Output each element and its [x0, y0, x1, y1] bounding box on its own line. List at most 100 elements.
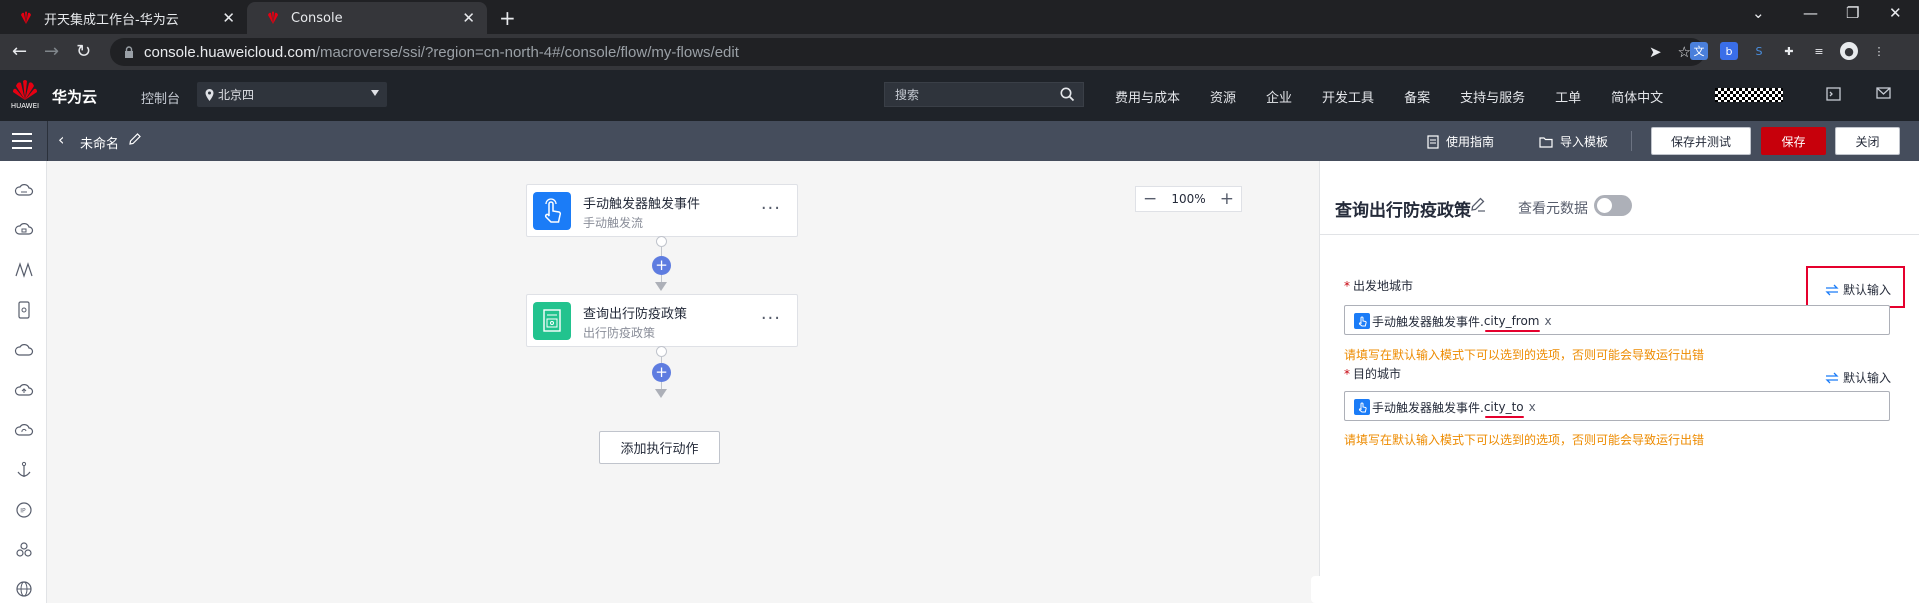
ip-badge-icon[interactable]: IP: [14, 500, 34, 520]
browser-menu-icon[interactable]: ⋮: [1870, 42, 1888, 60]
departure-city-input[interactable]: 手动触发器触发事件. city_from x: [1344, 305, 1890, 335]
send-icon[interactable]: ➤: [1649, 43, 1662, 61]
cluster-icon[interactable]: [14, 540, 34, 560]
variable-chip: 手动触发器触发事件. city_from x: [1354, 312, 1552, 332]
profile-avatar-icon[interactable]: ●: [1840, 42, 1858, 60]
location-pin-icon: [205, 88, 214, 101]
nav-billing[interactable]: 费用与成本: [1115, 87, 1180, 106]
user-guide-link[interactable]: 使用指南: [1427, 133, 1494, 150]
account-name-mosaic[interactable]: [1715, 88, 1783, 102]
close-window-icon[interactable]: ✕: [1889, 4, 1902, 22]
browser-tab-workbench[interactable]: 开天集成工作台-华为云 ✕: [0, 2, 247, 34]
save-button[interactable]: 保存: [1761, 127, 1826, 155]
add-step-button[interactable]: +: [652, 363, 671, 382]
edit-node-name-pencil-icon[interactable]: [1470, 196, 1486, 216]
zoom-level: 100%: [1171, 192, 1206, 206]
mobile-device-icon[interactable]: [14, 300, 34, 320]
nav-icp-filing[interactable]: 备案: [1404, 87, 1430, 106]
arrow-down-icon: [655, 389, 667, 398]
nav-support[interactable]: 支持与服务: [1460, 87, 1525, 106]
user-guide-label: 使用指南: [1446, 135, 1495, 149]
message-box-icon[interactable]: [1826, 87, 1841, 105]
field-hint: 请填写在默认输入模式下可以选到的选项，否则可能会导致运行出错: [1344, 348, 1705, 362]
edit-title-pencil-icon[interactable]: [128, 132, 142, 150]
default-input-toggle-destination[interactable]: 默认输入: [1825, 369, 1891, 386]
close-tab-icon[interactable]: ✕: [222, 9, 235, 27]
new-tab-icon[interactable]: +: [499, 6, 516, 30]
extension-s-icon[interactable]: S: [1750, 42, 1768, 60]
nav-tickets[interactable]: 工单: [1555, 87, 1581, 106]
huawei-logo[interactable]: HUAWEI: [10, 78, 40, 112]
more-options-icon[interactable]: ···: [761, 198, 781, 219]
cloud-service-icon[interactable]: [14, 181, 34, 201]
zoom-control: − 100% +: [1135, 186, 1242, 212]
reload-icon[interactable]: ↻: [76, 41, 91, 62]
default-input-label: 默认输入: [1842, 371, 1891, 385]
arrow-down-icon: [655, 282, 667, 291]
nav-dev-tools[interactable]: 开发工具: [1322, 87, 1374, 106]
tab-search-icon[interactable]: ⌄: [1752, 4, 1765, 22]
variable-chip: 手动触发器触发事件. city_to x: [1354, 398, 1536, 418]
add-step-button[interactable]: +: [652, 256, 671, 275]
view-metadata-label: 查看元数据: [1518, 201, 1588, 217]
mail-icon[interactable]: [1876, 87, 1891, 103]
huawei-favicon-icon: [18, 10, 34, 26]
console-link[interactable]: 控制台: [141, 88, 180, 107]
extension-b-icon[interactable]: b: [1720, 42, 1738, 60]
minimize-icon[interactable]: —: [1803, 4, 1818, 22]
import-template-link[interactable]: 导入模板: [1539, 133, 1608, 150]
search-placeholder: 搜索: [895, 88, 920, 102]
action-node-epidemic-policy[interactable]: 查询出行防疫政策 出行防疫政策 ···: [526, 294, 798, 347]
destination-city-input[interactable]: 手动触发器触发事件. city_to x: [1344, 391, 1890, 421]
save-and-test-button[interactable]: 保存并测试: [1651, 127, 1751, 155]
cloud-sync-icon[interactable]: [14, 420, 34, 440]
url-input[interactable]: console.huaweicloud.com/macroverse/ssi/?…: [110, 38, 1705, 66]
back-icon[interactable]: ←: [12, 41, 27, 62]
back-chevron-icon[interactable]: ‹: [58, 130, 64, 149]
chip-source: 手动触发器触发事件.: [1372, 400, 1484, 415]
anchor-icon[interactable]: [14, 460, 34, 480]
workflow-icon[interactable]: [14, 260, 34, 280]
cloud-upload-icon[interactable]: [14, 380, 34, 400]
brand-name[interactable]: 华为云: [52, 86, 97, 107]
nav-resources[interactable]: 资源: [1210, 87, 1236, 106]
remove-chip-icon[interactable]: x: [1529, 400, 1536, 414]
chip-source: 手动触发器触发事件.: [1372, 314, 1484, 329]
search-icon[interactable]: [1060, 87, 1075, 102]
node-title: 查询出行防疫政策: [583, 307, 688, 322]
console-search-input[interactable]: 搜索: [884, 82, 1084, 107]
forward-icon[interactable]: →: [44, 41, 59, 62]
highlight-annotation-box: [1806, 266, 1905, 308]
cloud-icon[interactable]: [14, 340, 34, 360]
restore-icon[interactable]: ❐: [1846, 4, 1859, 22]
extensions-puzzle-icon[interactable]: ✚: [1780, 42, 1798, 60]
reading-list-icon[interactable]: ≡: [1810, 42, 1828, 60]
add-action-button[interactable]: 添加执行动作: [599, 431, 720, 464]
remove-chip-icon[interactable]: x: [1545, 314, 1552, 328]
view-metadata-toggle[interactable]: [1594, 195, 1632, 216]
field-label-destination-city: * 目的城市: [1344, 367, 1402, 381]
hamburger-menu-icon[interactable]: [12, 133, 32, 149]
nav-enterprise[interactable]: 企业: [1266, 87, 1292, 106]
cloud-storage-icon[interactable]: [14, 220, 34, 240]
red-underline-annotation: [1484, 416, 1524, 418]
flow-canvas[interactable]: 手动触发器触发事件 手动触发流 ··· + 查询出行防疫政策 出行防疫政策 ··…: [48, 161, 1319, 603]
more-options-icon[interactable]: ···: [761, 308, 781, 329]
zoom-out-icon[interactable]: −: [1143, 189, 1157, 209]
huawei-favicon-icon: [265, 10, 281, 26]
panel-resize-handle[interactable]: [1311, 576, 1320, 603]
translate-extension-icon[interactable]: 文: [1690, 42, 1708, 60]
browser-tab-console[interactable]: Console ✕: [247, 2, 487, 34]
browser-address-bar: ← → ↻ console.huaweicloud.com/macroverse…: [0, 34, 1919, 70]
bookmark-star-icon[interactable]: ☆: [1678, 43, 1691, 61]
node-subtitle: 手动触发流: [583, 216, 644, 230]
zoom-in-icon[interactable]: +: [1220, 189, 1234, 209]
node-properties-panel: 查询出行防疫政策 查看元数据 * 出发地城市 默认输入 手动触发器触发事件. ci…: [1311, 161, 1919, 603]
url-text: console.huaweicloud.com/macroverse/ssi/?…: [144, 43, 739, 61]
region-select[interactable]: 北京四: [197, 82, 387, 107]
globe-icon[interactable]: [14, 579, 34, 599]
nav-language[interactable]: 简体中文: [1611, 87, 1663, 106]
trigger-node[interactable]: 手动触发器触发事件 手动触发流 ···: [526, 184, 798, 237]
close-button[interactable]: 关闭: [1835, 127, 1900, 155]
close-tab-icon[interactable]: ✕: [462, 9, 475, 27]
